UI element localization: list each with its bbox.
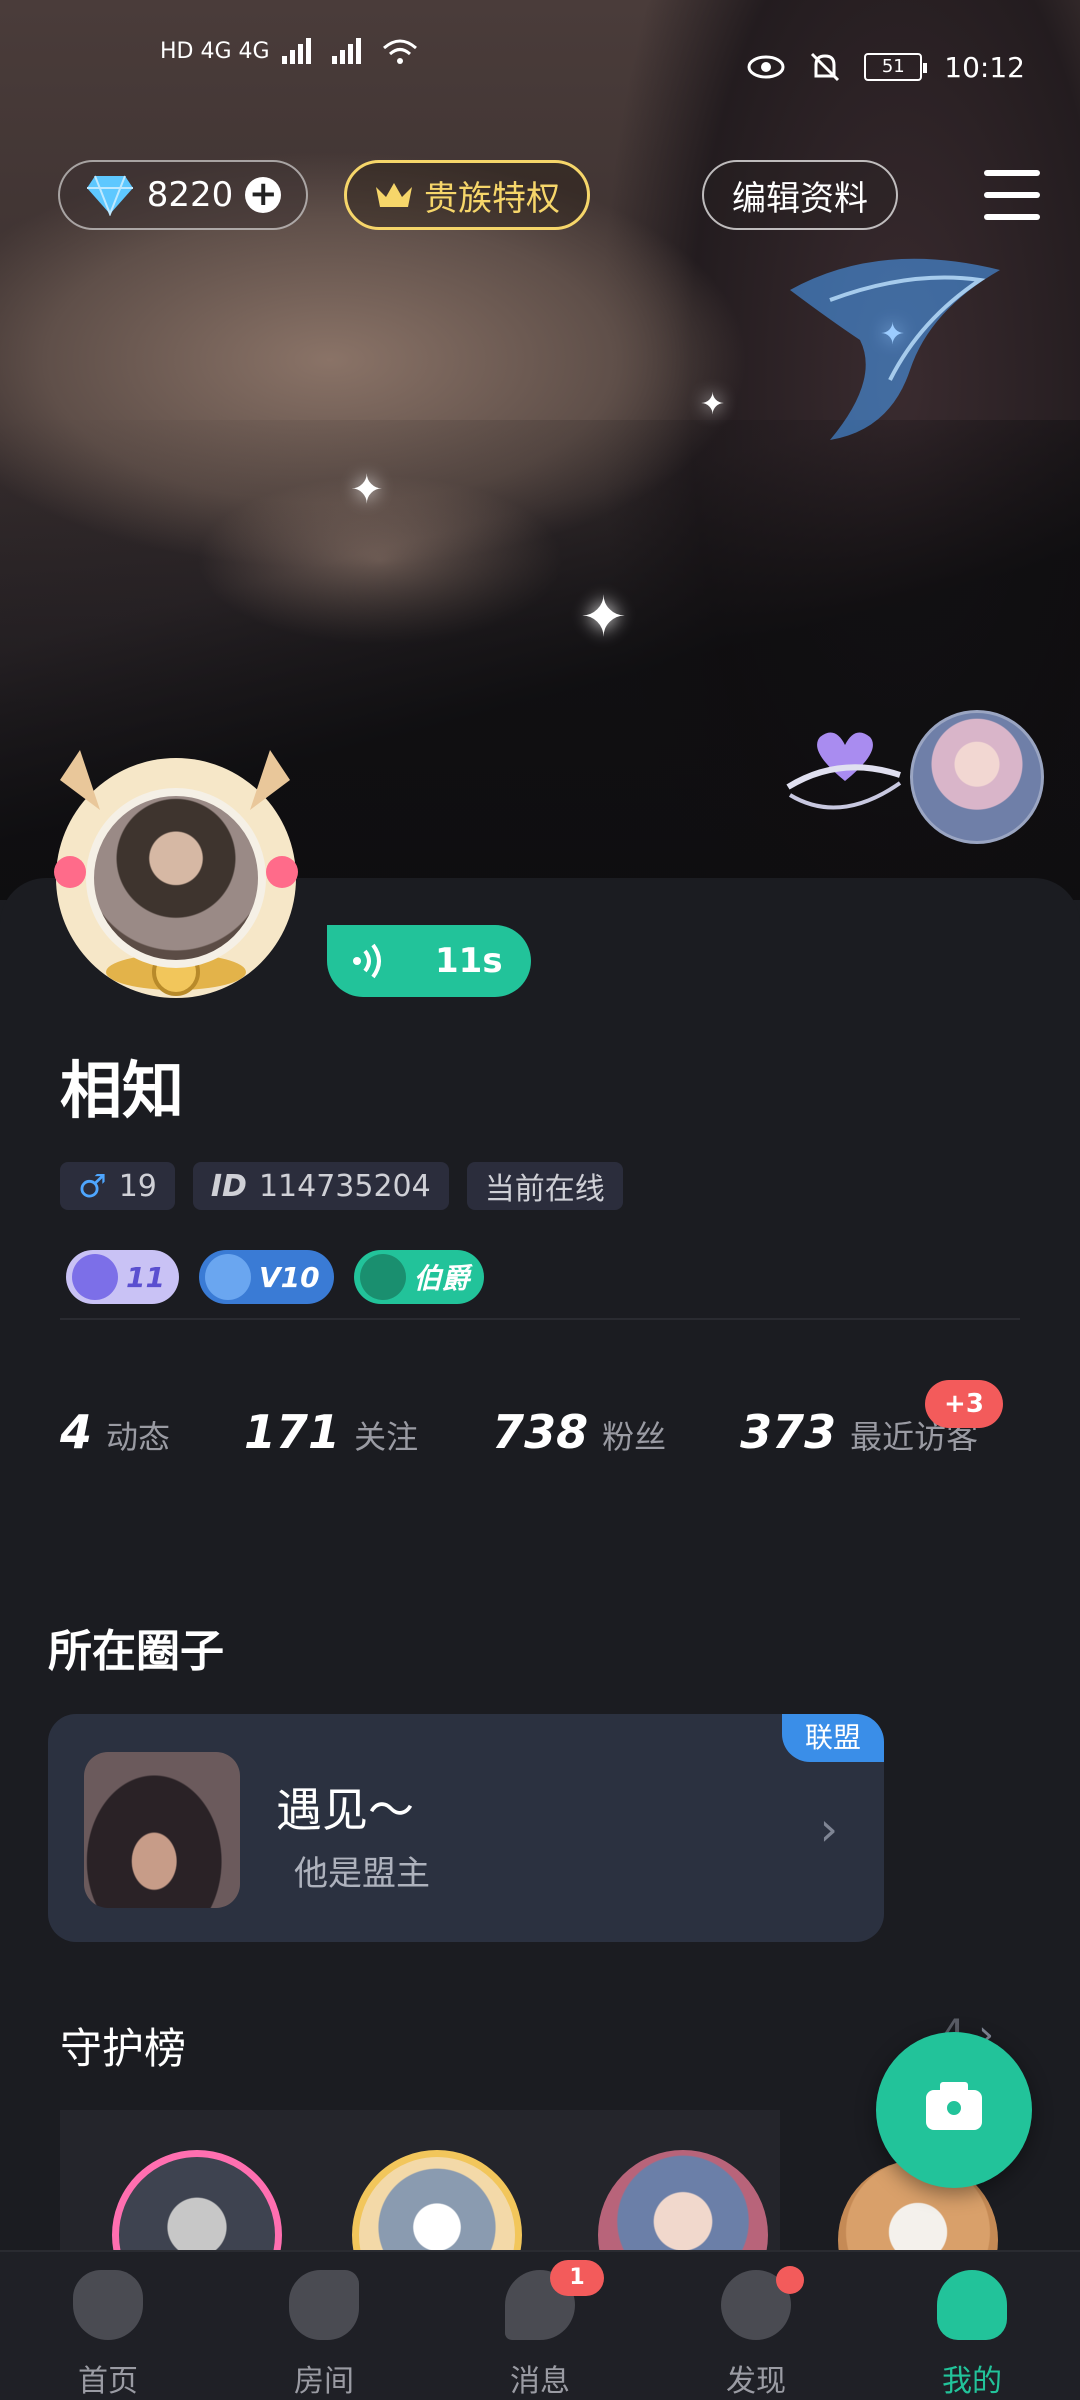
- circle-role: 他是盟主: [294, 1854, 430, 1894]
- leaf-emblem-icon: [72, 1254, 118, 1300]
- diamond-balance-button[interactable]: 8220 +: [58, 160, 308, 230]
- male-icon: ♂: [78, 1167, 107, 1205]
- avatar-frame[interactable]: [40, 740, 310, 1010]
- circle-thumbnail: [84, 1752, 240, 1908]
- crown-icon: [376, 183, 412, 207]
- noble-privilege-label: 贵族特权: [424, 178, 560, 219]
- vip-badge-text: V10: [258, 1260, 320, 1294]
- stat-label: 动态: [106, 1418, 171, 1456]
- camera-button[interactable]: [876, 2032, 1032, 2188]
- tab-label: 首页: [78, 2364, 138, 2399]
- chevron-right-icon: ›: [819, 1802, 838, 1856]
- tab-room[interactable]: 房间: [216, 2252, 432, 2400]
- tab-home[interactable]: 首页: [0, 2252, 216, 2400]
- tab-messages[interactable]: 消息 1: [432, 2252, 648, 2400]
- vip-badge[interactable]: V10: [198, 1250, 334, 1304]
- bottom-tab-bar: 首页 房间 消息 1 发现 我的: [0, 2250, 1080, 2400]
- profile-name: 相知: [60, 1054, 185, 1127]
- vip-emblem-icon: [204, 1254, 251, 1300]
- circle-section-title: 所在圈子: [48, 1626, 224, 1677]
- noble-privilege-button[interactable]: 贵族特权: [344, 160, 590, 230]
- id-value: 114735204: [258, 1168, 431, 1204]
- stat-value: 171: [244, 1405, 341, 1459]
- id-tag[interactable]: ID 114735204: [192, 1162, 449, 1210]
- id-label: ID: [210, 1168, 247, 1204]
- online-status-tag: 当前在线: [466, 1162, 623, 1210]
- tab-label: 发现: [726, 2364, 786, 2399]
- stat-value: 4: [60, 1405, 93, 1459]
- clock: 10:12: [944, 50, 1025, 84]
- camera-icon: [942, 2096, 966, 2120]
- plus-icon[interactable]: +: [245, 177, 282, 213]
- tab-mine[interactable]: 我的: [864, 2252, 1080, 2400]
- wifi-icon: [382, 39, 417, 64]
- tab-label: 我的: [942, 2364, 1002, 2399]
- voice-duration: 11s: [435, 941, 503, 981]
- shield-emblem-icon: [359, 1254, 406, 1300]
- crystal-bird-decoration: [790, 258, 1000, 440]
- menu-icon[interactable]: [984, 170, 1040, 220]
- profile-icon: [937, 2270, 1007, 2340]
- age-tag: ♂ 19: [60, 1162, 175, 1210]
- mask-icon: [73, 2270, 143, 2340]
- signal-indicators: HD 4G 4G: [160, 36, 420, 66]
- sparkle-icon: ✦: [350, 467, 384, 513]
- stat-value: 738: [492, 1405, 589, 1459]
- new-visitors-badge: +3: [925, 1380, 1003, 1428]
- stat-posts[interactable]: 4 动态: [60, 1405, 170, 1459]
- status-bar: HD 4G 4G 51 10:12: [0, 0, 1080, 130]
- signal-icon: [281, 38, 311, 64]
- bell-off-icon: [811, 52, 840, 82]
- unread-badge: 1: [550, 2260, 604, 2296]
- union-tag: 联盟: [782, 1714, 884, 1762]
- stat-value: 373: [740, 1405, 837, 1459]
- divider: [60, 1318, 1020, 1320]
- notification-dot: [776, 2266, 804, 2294]
- network-label: HD 4G 4G: [160, 38, 270, 64]
- heart-arrow-gift-icon: [786, 732, 902, 810]
- circle-name: 遇见～: [276, 1783, 414, 1837]
- voice-intro-button[interactable]: 11s: [327, 925, 531, 997]
- guard-section-title: 守护榜: [60, 2024, 187, 2073]
- eye-icon: [747, 55, 785, 79]
- diamond-icon: [86, 175, 133, 216]
- tab-label: 房间: [294, 2364, 354, 2399]
- noble-rank-badge[interactable]: 伯爵: [353, 1250, 484, 1304]
- stat-label: 粉丝: [602, 1418, 667, 1456]
- stat-fans[interactable]: 738 粉丝: [492, 1405, 666, 1459]
- noble-rank-text: 伯爵: [413, 1262, 470, 1295]
- level-badge[interactable]: 11: [66, 1250, 179, 1304]
- avatar[interactable]: [86, 788, 266, 968]
- visitor-avatar[interactable]: [910, 710, 1044, 844]
- age-value: 19: [118, 1168, 157, 1204]
- stat-label: 关注: [354, 1418, 419, 1456]
- edit-profile-button[interactable]: 编辑资料: [702, 160, 898, 230]
- stats-row: 4 动态 171 关注 738 粉丝 373 最近访客: [60, 1405, 1052, 1459]
- sparkle-icon: ✦: [700, 387, 726, 422]
- tab-label: 消息: [510, 2364, 570, 2399]
- tab-discover[interactable]: 发现: [648, 2252, 864, 2400]
- stat-following[interactable]: 171 关注: [244, 1405, 418, 1459]
- battery-icon: 51: [864, 53, 928, 81]
- diamond-count: 8220: [146, 175, 234, 215]
- sound-wave-icon: [353, 943, 381, 979]
- room-icon: [289, 2270, 359, 2340]
- signal-icon: [331, 38, 361, 64]
- circle-card[interactable]: 遇见～ 他是盟主 › 联盟: [48, 1714, 884, 1942]
- level-badge-text: 11: [126, 1260, 165, 1294]
- sparkle-icon: ✦: [580, 585, 627, 650]
